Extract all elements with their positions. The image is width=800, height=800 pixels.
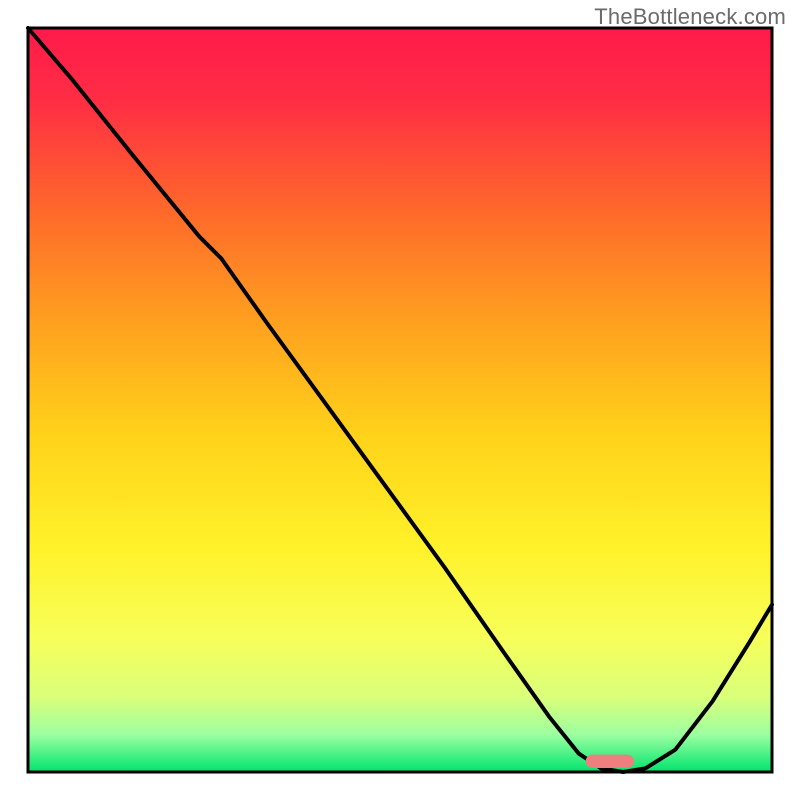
bottleneck-chart	[0, 0, 800, 800]
optimum-marker	[586, 755, 634, 768]
chart-container: TheBottleneck.com	[0, 0, 800, 800]
plot-background	[28, 28, 772, 772]
